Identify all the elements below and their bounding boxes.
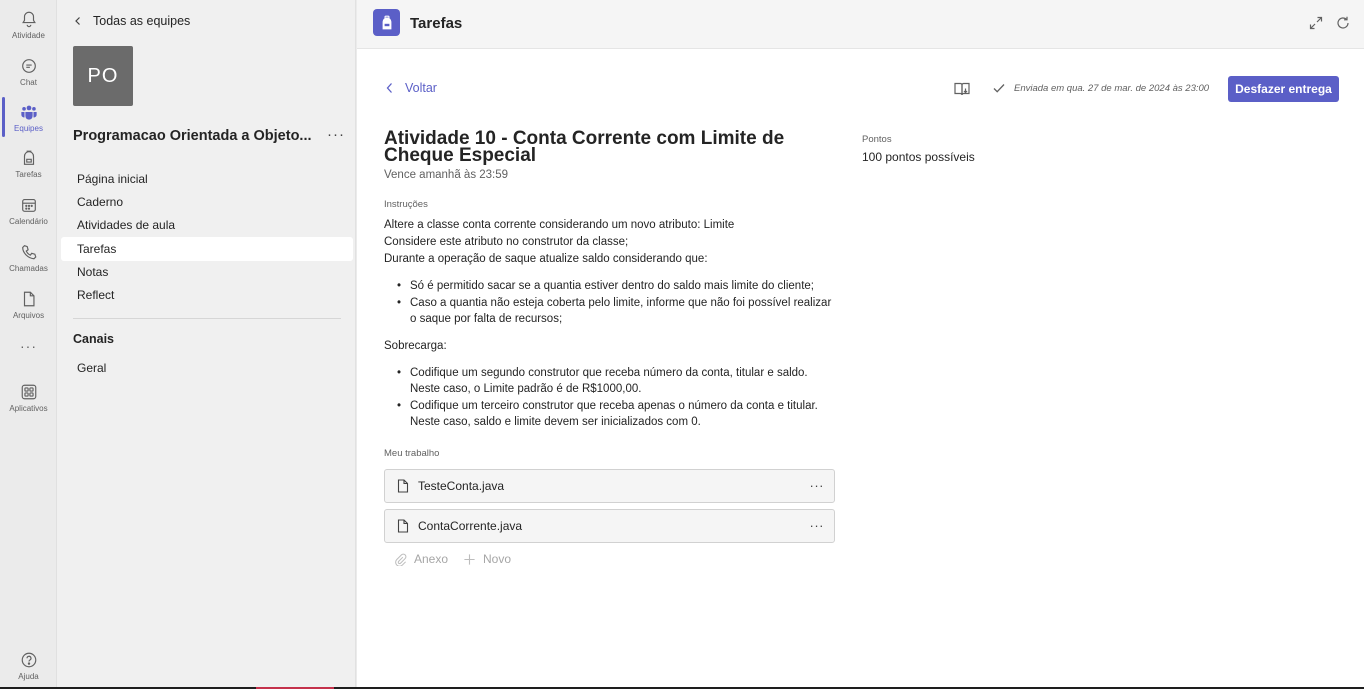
- file-icon: [23, 291, 35, 307]
- rail-item-apps[interactable]: Aplicativos: [0, 377, 57, 421]
- attached-file[interactable]: ContaCorrente.java ···: [384, 509, 835, 543]
- rail-label: Chat: [20, 78, 37, 87]
- chat-icon: [21, 59, 36, 73]
- due-date: Vence amanhã às 23:59: [384, 169, 509, 181]
- file-name: ContaCorrente.java: [418, 519, 523, 533]
- teams-icon: [20, 105, 37, 120]
- submission-status-text: Enviada em qua. 27 de mar. de 2024 às 23…: [1014, 82, 1210, 94]
- back-button[interactable]: Voltar: [385, 81, 437, 95]
- rail-label: Arquivos: [12, 311, 45, 320]
- chevron-left-icon: [386, 83, 392, 93]
- new-label: Novo: [483, 552, 512, 566]
- attach-button[interactable]: Anexo: [394, 552, 448, 566]
- expand-icon[interactable]: [1308, 15, 1324, 31]
- instruction-line: Altere a classe conta corrente considera…: [384, 219, 735, 231]
- attached-file[interactable]: TesteConta.java ···: [384, 469, 835, 503]
- apps-icon: [21, 384, 36, 400]
- nav-item-home[interactable]: Página inicial: [61, 167, 353, 191]
- divider: [73, 318, 341, 319]
- team-avatar: PO: [73, 46, 133, 106]
- team-name: Programacao Orientada a Objeto...: [73, 128, 312, 144]
- rail-item-help[interactable]: Ajuda: [0, 645, 57, 689]
- rail-item-files[interactable]: Arquivos: [0, 284, 57, 328]
- assignment-title: Atividade 10 - Conta Corrente com Limite…: [384, 128, 785, 166]
- all-teams-label: Todas as equipes: [93, 14, 191, 28]
- new-file-button[interactable]: Novo: [463, 552, 511, 566]
- back-label: Voltar: [405, 81, 437, 95]
- rail-item-teams[interactable]: Equipes: [0, 97, 57, 141]
- help-icon: [21, 652, 36, 668]
- file-more-options-button[interactable]: ···: [810, 478, 825, 493]
- rail-more-button[interactable]: ···: [0, 338, 57, 382]
- backpack-icon: [382, 15, 391, 29]
- overload-label: Sobrecarga:: [384, 339, 447, 352]
- instruction-bullet: Codifique um segundo construtor que rece…: [384, 365, 844, 398]
- rail-label: Chamadas: [9, 264, 48, 273]
- document-icon: [397, 519, 409, 533]
- rail-label: Ajuda: [18, 672, 39, 681]
- rail-item-chat[interactable]: Chat: [0, 51, 57, 95]
- file-more-options-button[interactable]: ···: [810, 518, 825, 533]
- immersive-reader-icon[interactable]: [953, 80, 971, 98]
- points-value: 100 pontos possíveis: [862, 150, 975, 164]
- nav-item-grades[interactable]: Notas: [61, 260, 353, 284]
- my-work-heading: Meu trabalho: [384, 448, 440, 459]
- rail-label: Atividade: [12, 31, 45, 40]
- instructions-body: Altere a classe conta corrente considera…: [384, 217, 844, 441]
- rail-item-calendar[interactable]: Calendário: [0, 190, 57, 234]
- more-icon: ···: [20, 338, 37, 354]
- instruction-bullet: Caso a quantia não esteja coberta pelo l…: [384, 295, 844, 328]
- app-header: Tarefas: [357, 0, 1364, 49]
- nav-item-class-activities[interactable]: Atividades de aula: [61, 213, 353, 237]
- points-heading: Pontos: [862, 134, 892, 145]
- chevron-left-icon: [75, 17, 80, 25]
- instruction-bullet: Codifique um terceiro construtor que rec…: [384, 398, 844, 431]
- file-name: TesteConta.java: [418, 479, 505, 493]
- nav-item-notebook[interactable]: Caderno: [61, 190, 353, 214]
- team-more-options-button[interactable]: ···: [327, 126, 345, 143]
- all-teams-back-link[interactable]: Todas as equipes: [73, 14, 190, 28]
- rail-item-activity[interactable]: Atividade: [0, 4, 57, 48]
- instruction-list: Só é permitido sacar se a quantia estive…: [384, 278, 844, 328]
- bell-icon: [21, 11, 36, 28]
- backpack-icon: [23, 150, 34, 165]
- instruction-list: Codifique um segundo construtor que rece…: [384, 365, 844, 431]
- page-title: Tarefas: [410, 15, 463, 32]
- rail-label: Tarefas: [15, 170, 42, 179]
- instruction-line: Durante a operação de saque atualize sal…: [384, 253, 708, 265]
- calendar-icon: [21, 199, 36, 212]
- instruction-line: Considere este atributo no construtor da…: [384, 236, 629, 248]
- rail-item-calls[interactable]: Chamadas: [0, 237, 57, 281]
- team-sidebar: Todas as equipes PO Programacao Orientad…: [57, 0, 356, 687]
- channels-heading: Canais: [73, 332, 114, 346]
- rail-item-assignments[interactable]: Tarefas: [0, 143, 57, 187]
- channel-item-general[interactable]: Geral: [61, 356, 353, 380]
- app-rail: Atividade Chat Equipes Tarefas Calendári…: [0, 0, 57, 687]
- undo-turn-in-button[interactable]: Desfazer entrega: [1228, 76, 1339, 102]
- submission-status: Enviada em qua. 27 de mar. de 2024 às 23…: [992, 81, 1209, 95]
- plus-icon: [464, 553, 475, 565]
- instructions-heading: Instruções: [384, 199, 428, 210]
- checkmark-icon: [993, 84, 1005, 93]
- refresh-icon[interactable]: [1335, 15, 1351, 31]
- paperclip-icon: [395, 553, 407, 566]
- document-icon: [397, 479, 409, 493]
- main-panel: Tarefas Voltar Enviada em qua. 27 de mar…: [357, 0, 1364, 687]
- instruction-bullet: Só é permitido sacar se a quantia estive…: [384, 278, 844, 295]
- nav-item-assignments[interactable]: Tarefas: [61, 237, 353, 261]
- phone-icon: [21, 245, 36, 260]
- rail-label: Aplicativos: [9, 404, 48, 413]
- assignments-app-icon: [373, 9, 400, 36]
- nav-item-reflect[interactable]: Reflect: [61, 283, 353, 307]
- attach-label: Anexo: [414, 552, 449, 566]
- rail-label: Equipes: [14, 124, 43, 133]
- rail-label: Calendário: [9, 217, 48, 226]
